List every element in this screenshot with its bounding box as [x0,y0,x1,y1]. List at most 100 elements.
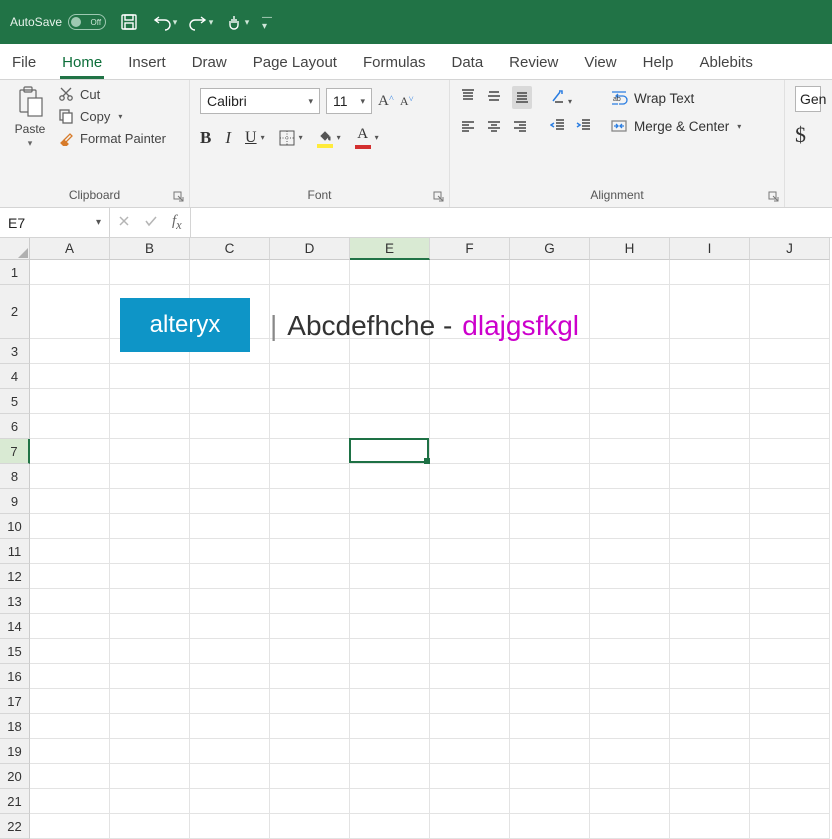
cell[interactable] [670,664,750,689]
cell[interactable] [30,339,110,364]
row-header[interactable]: 15 [0,639,30,664]
cell[interactable] [510,414,590,439]
chevron-down-icon[interactable]: ▾ [737,122,741,131]
align-top-icon[interactable] [460,88,476,107]
align-center-icon[interactable] [486,119,502,138]
cell[interactable] [110,514,190,539]
cell[interactable] [750,414,830,439]
cell[interactable] [350,614,430,639]
tab-file[interactable]: File [10,48,38,79]
cell[interactable] [590,564,670,589]
cell[interactable] [30,364,110,389]
row-header[interactable]: 20 [0,764,30,789]
cell[interactable] [270,764,350,789]
cell[interactable] [430,414,510,439]
row-header[interactable]: 5 [0,389,30,414]
cell[interactable] [430,639,510,664]
cell[interactable] [270,639,350,664]
cell[interactable] [30,489,110,514]
cell[interactable] [670,389,750,414]
cell[interactable] [510,389,590,414]
cell[interactable] [590,489,670,514]
cell[interactable] [590,689,670,714]
formula-bar-input[interactable] [191,208,832,237]
cell[interactable] [590,614,670,639]
format-painter-button[interactable]: Format Painter [58,130,166,146]
cell[interactable] [590,789,670,814]
cell[interactable] [270,339,350,364]
cell[interactable] [750,614,830,639]
decrease-indent-icon[interactable] [550,117,566,136]
cell[interactable] [30,764,110,789]
cell[interactable] [590,339,670,364]
cut-button[interactable]: Cut [58,86,166,102]
cell[interactable] [510,589,590,614]
clipboard-launcher-icon[interactable] [173,191,185,203]
cell[interactable] [30,285,110,339]
cell[interactable] [110,789,190,814]
row-header[interactable]: 13 [0,589,30,614]
cell[interactable] [350,464,430,489]
cell[interactable] [190,739,270,764]
cell[interactable] [430,464,510,489]
cell[interactable] [350,589,430,614]
cell[interactable] [270,789,350,814]
cell[interactable] [430,260,510,285]
cell[interactable] [590,589,670,614]
row-header[interactable]: 3 [0,339,30,364]
cell[interactable] [30,664,110,689]
cell[interactable] [110,260,190,285]
column-header[interactable]: G [510,238,590,260]
cell[interactable] [590,639,670,664]
row-header[interactable]: 11 [0,539,30,564]
touch-mode-icon[interactable]: ▾ [224,9,250,35]
cell[interactable] [350,514,430,539]
cell[interactable] [750,260,830,285]
cell[interactable] [750,489,830,514]
cell[interactable] [510,714,590,739]
row-header[interactable]: 9 [0,489,30,514]
cell[interactable] [430,764,510,789]
cell[interactable] [190,389,270,414]
cell[interactable] [270,564,350,589]
cell[interactable] [750,285,830,339]
cell[interactable] [750,814,830,839]
cell[interactable] [110,639,190,664]
cell[interactable] [30,614,110,639]
cell[interactable] [430,789,510,814]
cell[interactable] [190,564,270,589]
cell[interactable] [750,514,830,539]
cell[interactable] [510,489,590,514]
cell[interactable] [430,689,510,714]
align-right-icon[interactable] [512,119,528,138]
font-size-select[interactable]: 11▾ [326,88,372,114]
cell[interactable] [110,614,190,639]
align-left-icon[interactable] [460,119,476,138]
cell[interactable] [190,260,270,285]
cell[interactable] [110,539,190,564]
row-header[interactable]: 4 [0,364,30,389]
borders-button[interactable]: ▾ [279,130,303,146]
cell[interactable] [190,414,270,439]
row-header[interactable]: 8 [0,464,30,489]
cell[interactable] [190,814,270,839]
cell[interactable] [590,664,670,689]
decrease-font-icon[interactable]: A˅ [400,94,414,109]
cell[interactable] [590,464,670,489]
cell[interactable] [110,764,190,789]
tab-view[interactable]: View [582,48,618,79]
cell[interactable] [30,439,110,464]
cell[interactable] [270,389,350,414]
cell[interactable] [350,339,430,364]
cell[interactable] [430,564,510,589]
cell[interactable] [510,260,590,285]
merge-center-button[interactable]: Merge & Center ▾ [610,117,741,135]
cancel-formula-icon[interactable] [118,215,130,230]
cell[interactable] [670,539,750,564]
cell[interactable] [430,614,510,639]
row-header[interactable]: 21 [0,789,30,814]
cell[interactable] [110,464,190,489]
cell[interactable] [190,614,270,639]
autosave-switch[interactable]: Off [68,14,106,30]
cell[interactable] [30,539,110,564]
